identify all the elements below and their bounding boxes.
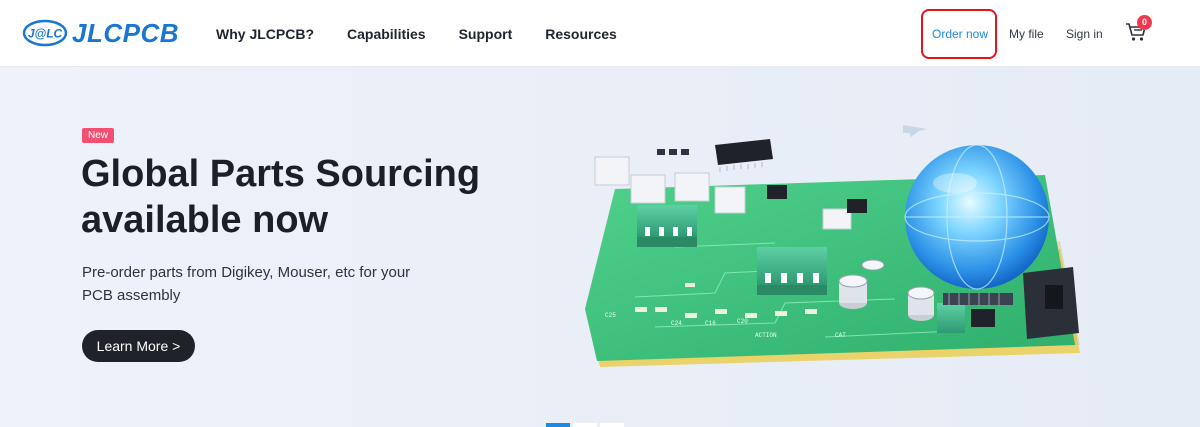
carousel-dot-3[interactable] [600, 423, 624, 427]
carousel-dot-2[interactable] [573, 423, 597, 427]
svg-text:C16: C16 [705, 320, 716, 327]
svg-text:C20: C20 [737, 318, 748, 325]
cart-count-badge: 0 [1137, 15, 1152, 30]
svg-text:CAT: CAT [835, 332, 846, 339]
brand-name: JLCPCB [72, 17, 180, 48]
hero-subtitle: Pre-order parts from Digikey, Mouser, et… [82, 261, 462, 307]
hero-title-line-2: available now [81, 199, 329, 241]
nav-item-support[interactable]: Support [459, 26, 513, 42]
carousel-dot-1[interactable] [546, 423, 570, 427]
nav-item-resources[interactable]: Resources [545, 26, 617, 42]
hero-subtitle-line-2: PCB assembly [82, 287, 181, 304]
hero-banner: New Global Parts Sourcing available now … [0, 67, 1200, 427]
svg-text:J@LC: J@LC [28, 27, 63, 41]
svg-text:ACTION: ACTION [755, 332, 777, 339]
order-now-link[interactable]: Order now [932, 27, 988, 41]
nav-item-why-jlcpcb[interactable]: Why JLCPCB? [216, 26, 314, 42]
hero-title-line-1: Global Parts Sourcing [81, 153, 481, 195]
hero-title: Global Parts Sourcing available now [81, 151, 501, 243]
logo-badge-icon: J@LC [22, 19, 68, 47]
learn-more-button[interactable]: Learn More > [82, 330, 195, 362]
sign-in-link[interactable]: Sign in [1066, 27, 1103, 41]
my-file-link[interactable]: My file [1009, 27, 1044, 41]
pcb-illustration: C25 C24 C16 C20 ACTION CAT [585, 125, 1080, 367]
top-header: J@LC JLCPCB Why JLCPCB? Capabilities Sup… [0, 0, 1200, 67]
new-badge: New [82, 128, 115, 143]
svg-text:C25: C25 [605, 312, 616, 319]
hero-subtitle-line-1: Pre-order parts from Digikey, Mouser, et… [82, 264, 411, 281]
carousel-indicators [546, 423, 627, 427]
svg-text:C24: C24 [671, 320, 682, 327]
main-nav: Why JLCPCB? Capabilities Support Resourc… [216, 0, 650, 67]
nav-item-capabilities[interactable]: Capabilities [347, 26, 426, 42]
jlcpcb-logo[interactable]: J@LC JLCPCB [22, 16, 179, 50]
